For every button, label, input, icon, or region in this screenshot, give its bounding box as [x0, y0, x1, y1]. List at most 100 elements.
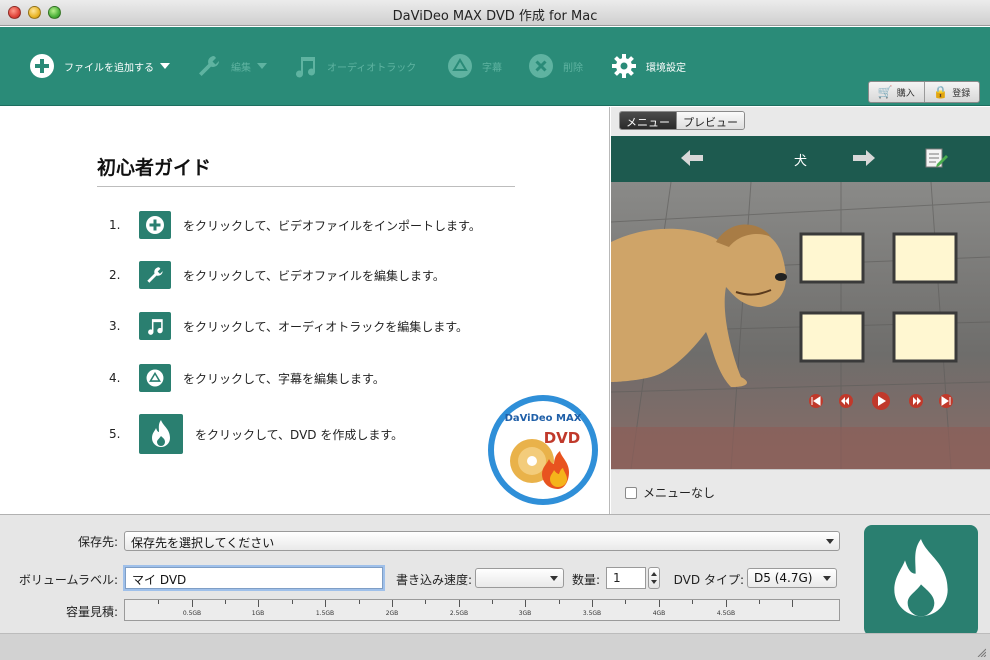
capacity-tick — [258, 600, 259, 607]
capacity-tick-label: 1.5GB — [315, 610, 335, 617]
capacity-tick — [492, 600, 493, 604]
capacity-tick — [525, 600, 526, 607]
guide-step: 2. をクリックして、ビデオファイルを編集します。 — [109, 259, 445, 291]
capacity-tick — [425, 600, 426, 604]
step-number: 3. — [109, 319, 121, 333]
no-menu-label: メニューなし — [643, 486, 716, 500]
logo-brand-text: DaViDeo MAX — [505, 413, 582, 424]
step-text: をクリックして、ビデオファイルを編集します。 — [183, 268, 445, 283]
wrench-icon — [139, 261, 171, 289]
stepper-down-icon[interactable] — [651, 580, 657, 584]
edit-label: 編集 — [231, 62, 251, 74]
subtitle-label: 字幕 — [482, 62, 502, 74]
capacity-tick — [559, 600, 560, 604]
preferences-button[interactable]: 環境設定 — [610, 51, 686, 81]
save-to-select[interactable]: 保存先を選択してください — [124, 531, 840, 551]
quantity-input[interactable]: 1 — [606, 567, 646, 589]
capacity-label: 容量見積: — [65, 605, 118, 619]
capacity-meter: 0.5GB 1GB 1.5GB 2GB 2.5GB 3GB 3.5GB 4GB 4.5GB — [124, 599, 840, 621]
write-speed-select[interactable] — [475, 568, 564, 588]
wrench-icon — [195, 52, 223, 80]
volume-label-input[interactable]: マイ DVD — [125, 567, 383, 589]
resize-grip-icon[interactable] — [976, 647, 986, 657]
preview-tabs: メニュー プレビュー — [619, 111, 745, 130]
dvd-type-value: D5 (4.7G) — [754, 571, 813, 585]
delete-icon — [527, 52, 555, 80]
beginner-guide-panel: 初心者ガイド 1. をクリックして、ビデオファイルをインポートします。 2. を… — [1, 107, 610, 514]
chevron-down-icon — [257, 63, 267, 69]
capacity-tick — [625, 600, 626, 604]
capacity-tick — [592, 600, 593, 607]
guide-divider — [97, 186, 515, 187]
delete-button[interactable]: 削除 — [527, 51, 583, 81]
lock-icon: 🔒 — [933, 85, 949, 99]
capacity-tick — [792, 600, 793, 607]
davideo-max-logo: DaViDeo MAX DVD — [488, 395, 598, 505]
save-to-value: 保存先を選択してください — [131, 536, 275, 550]
guide-title: 初心者ガイド — [97, 157, 212, 179]
step-text: をクリックして、DVD を作成します。 — [195, 427, 404, 442]
status-bar — [0, 633, 990, 660]
chevron-down-icon — [160, 63, 170, 69]
capacity-tick — [392, 600, 393, 607]
main-toolbar: ファイルを追加する 編集 オーディオトラック 字幕 削除 環境設定 🛒 購入 🔒… — [0, 27, 990, 106]
title-bar: DaViDeo MAX DVD 作成 for Mac — [0, 0, 990, 26]
chevron-down-icon — [823, 576, 831, 581]
add-icon — [139, 211, 171, 239]
buy-button[interactable]: 🛒 購入 — [869, 82, 924, 102]
preview-footer: メニューなし — [611, 469, 990, 514]
capacity-tick-label: 4GB — [652, 610, 666, 617]
capacity-tick — [158, 600, 159, 604]
capacity-tick — [759, 600, 760, 604]
edit-menu-icon[interactable] — [925, 147, 949, 172]
step-text: をクリックして、ビデオファイルをインポートします。 — [183, 218, 481, 233]
dvd-type-select[interactable]: D5 (4.7G) — [747, 568, 837, 588]
cart-icon: 🛒 — [877, 85, 893, 99]
capacity-tick-label: 4.5GB — [716, 610, 736, 617]
chevron-down-icon — [826, 539, 834, 544]
write-speed-label: 書き込み速度: — [395, 573, 472, 587]
dvd-type-label: DVD タイプ: — [673, 573, 744, 587]
tab-menu[interactable]: メニュー — [620, 112, 676, 129]
edit-button[interactable]: 編集 — [195, 51, 267, 81]
add-file-label: ファイルを追加する — [64, 62, 154, 74]
stepper-up-icon[interactable] — [651, 572, 657, 576]
capacity-tick — [225, 600, 226, 604]
burn-dvd-button[interactable] — [864, 525, 978, 636]
guide-step: 1. をクリックして、ビデオファイルをインポートします。 — [109, 209, 481, 241]
preferences-label: 環境設定 — [646, 62, 686, 74]
capacity-tick — [192, 600, 193, 607]
capacity-tick-label: 3GB — [518, 610, 532, 617]
flame-icon — [881, 535, 961, 626]
output-settings-panel: 保存先: 保存先を選択してください ボリュームラベル: マイ DVD 書き込み速… — [0, 514, 990, 660]
register-button[interactable]: 🔒 登録 — [923, 82, 980, 102]
no-menu-checkbox[interactable]: メニューなし — [625, 484, 715, 501]
capacity-tick-label: 2.5GB — [449, 610, 469, 617]
flame-icon — [139, 414, 183, 454]
capacity-tick-label: 3.5GB — [582, 610, 602, 617]
step-number: 4. — [109, 371, 121, 385]
step-text: をクリックして、字幕を編集します。 — [183, 371, 385, 386]
capacity-tick — [726, 600, 727, 607]
arrow-right-icon[interactable] — [853, 150, 875, 169]
subtitle-icon — [446, 52, 474, 80]
guide-step: 4. をクリックして、字幕を編集します。 — [109, 362, 385, 394]
capacity-tick — [292, 600, 293, 604]
buy-label: 購入 — [896, 88, 915, 99]
register-label: 登録 — [952, 88, 971, 99]
music-note-icon — [139, 312, 171, 340]
gear-icon — [610, 52, 638, 80]
step-number: 1. — [109, 218, 121, 232]
add-icon — [28, 52, 56, 80]
capacity-tick-label: 2GB — [385, 610, 399, 617]
tab-preview[interactable]: プレビュー — [676, 112, 744, 129]
step-text: をクリックして、オーディオトラックを編集します。 — [183, 319, 469, 334]
checkbox-box[interactable] — [625, 486, 637, 499]
quantity-stepper[interactable] — [648, 567, 660, 589]
guide-step: 3. をクリックして、オーディオトラックを編集します。 — [109, 310, 468, 342]
subtitle-button[interactable]: 字幕 — [446, 51, 502, 81]
account-buttons: 🛒 購入 🔒 登録 — [868, 81, 980, 103]
add-file-button[interactable]: ファイルを追加する — [28, 51, 170, 81]
capacity-tick-label: 0.5GB — [182, 610, 202, 617]
audio-track-button[interactable]: オーディオトラック — [291, 51, 416, 81]
